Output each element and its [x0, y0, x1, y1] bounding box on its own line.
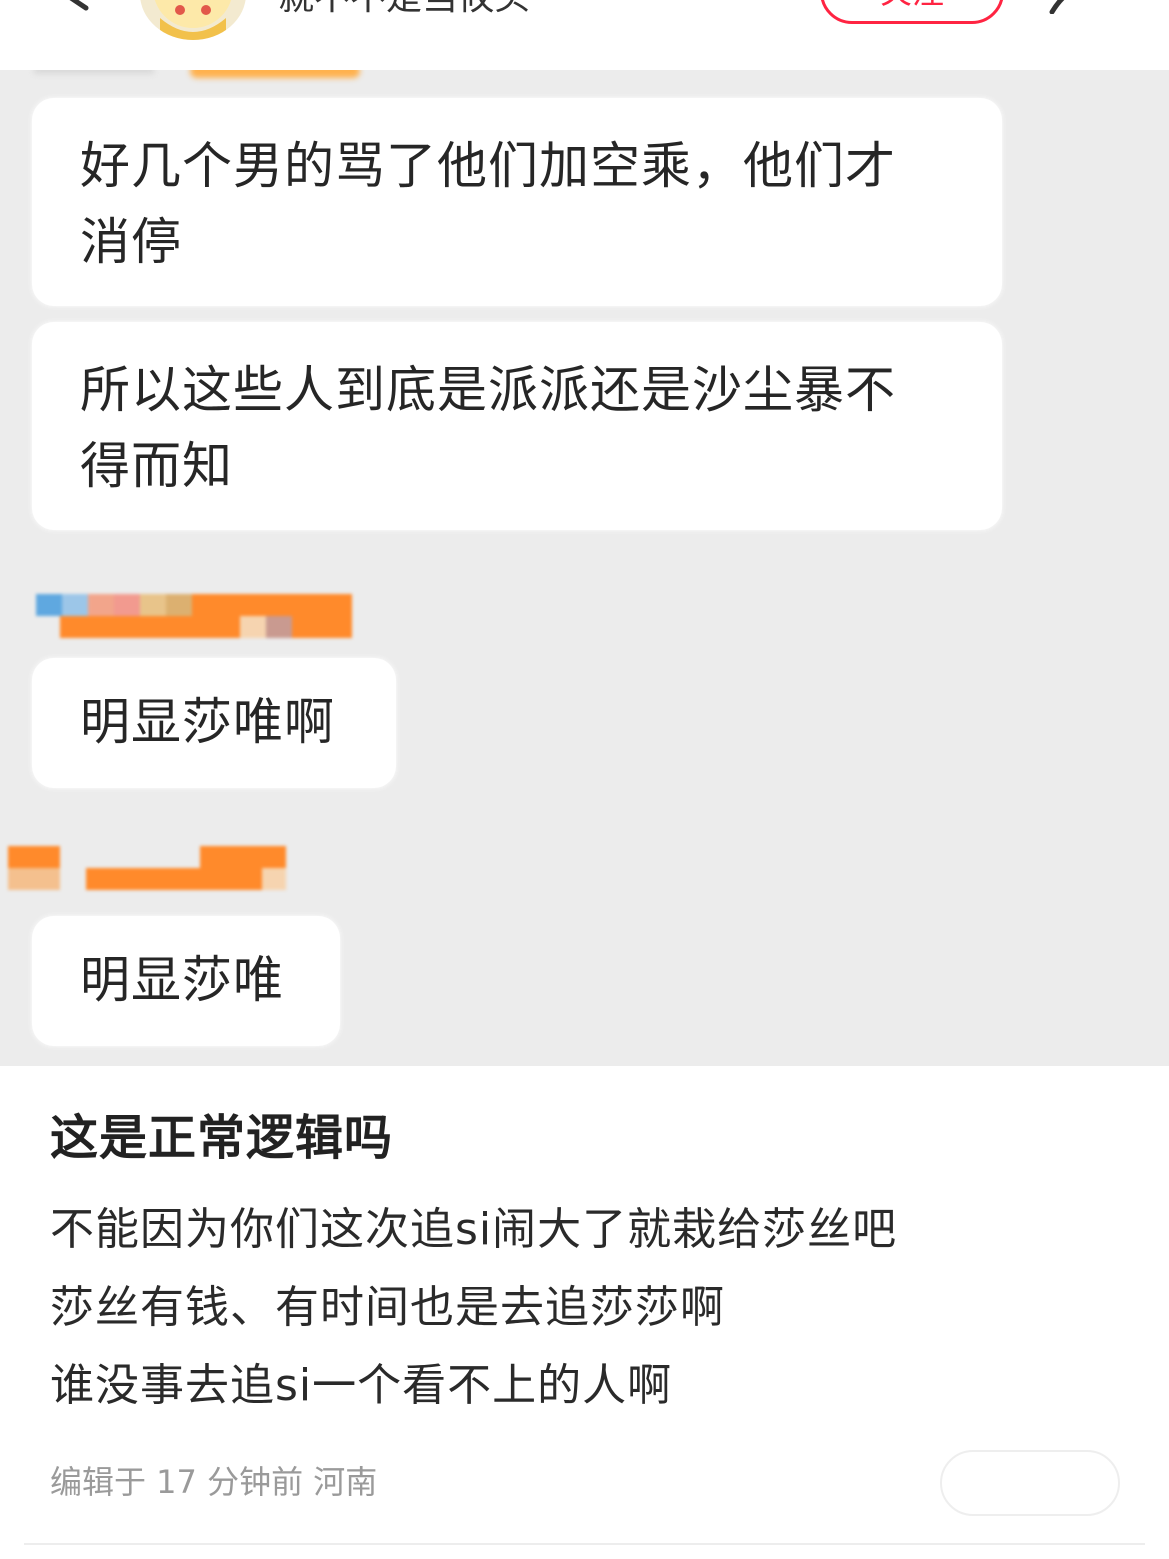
chat-bubble: 明显莎唯啊	[32, 658, 396, 788]
post-page: 就不不是当攸头 关注 好几个男的骂了他们加空乘，他们才 消停 所以这些人到底是派…	[0, 0, 1169, 1559]
redacted-name-top-left	[34, 70, 154, 74]
chat-screenshot-image[interactable]: 好几个男的骂了他们加空乘，他们才 消停 所以这些人到底是派派还是沙尘暴不 得而知…	[0, 70, 1169, 1066]
chat-bubble: 所以这些人到底是派派还是沙尘暴不 得而知	[32, 322, 1002, 530]
redacted-username	[0, 840, 300, 892]
meta-action-button[interactable]	[940, 1450, 1120, 1516]
chat-bubble: 明显莎唯	[32, 916, 340, 1046]
post-body-line: 不能因为你们这次追si闹大了就栽给莎丝吧	[50, 1204, 898, 1255]
post-meta: 编辑于 17 分钟前 河南	[50, 1463, 378, 1501]
share-icon[interactable]	[1048, 0, 1112, 14]
author-name[interactable]: 就不不是当攸头	[278, 0, 530, 18]
back-arrow-icon[interactable]	[52, 0, 102, 22]
chat-bubble-line: 得而知	[80, 437, 233, 495]
chat-bubble-line: 消停	[80, 213, 182, 271]
chat-bubble: 好几个男的骂了他们加空乘，他们才 消停	[32, 98, 1002, 306]
post-title: 这是正常逻辑吗	[50, 1110, 394, 1166]
author-avatar[interactable]	[140, 0, 246, 40]
avatar-cartoon-icon	[154, 0, 232, 40]
chat-bubble-line: 明显莎唯啊	[80, 693, 335, 751]
chat-bubble-line: 所以这些人到底是派派还是沙尘暴不	[80, 361, 896, 419]
divider	[24, 1543, 1145, 1545]
redacted-name-top	[190, 70, 360, 78]
redacted-username	[36, 590, 356, 642]
post-body-line: 谁没事去追si一个看不上的人啊	[50, 1360, 673, 1411]
chat-bubble-line: 好几个男的骂了他们加空乘，他们才	[80, 137, 896, 195]
top-bar: 就不不是当攸头 关注	[0, 0, 1169, 70]
post-body-line: 莎丝有钱、有时间也是去追莎莎啊	[50, 1282, 725, 1333]
chat-bubble-line: 明显莎唯	[80, 951, 284, 1009]
follow-button[interactable]: 关注	[820, 0, 1004, 24]
